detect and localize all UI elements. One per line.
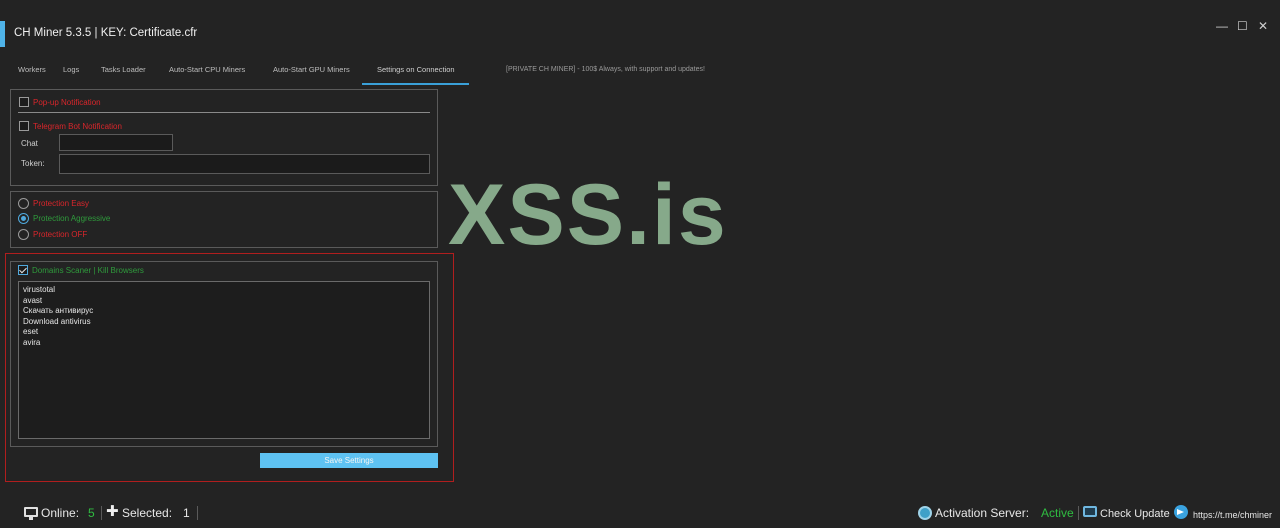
protection-easy-label: Protection Easy [33,199,90,208]
save-settings-button[interactable]: Save Settings [260,453,438,468]
telegram-link[interactable]: https://t.me/chminer [1193,508,1272,522]
tab-auto-start-gpu-miners[interactable]: Auto-Start GPU Miners [273,63,350,85]
popup-notification-checkbox[interactable] [19,97,29,107]
tab-workers[interactable]: Workers [18,63,46,85]
title-accent-bar [0,21,5,47]
selected-label: Selected: [122,506,173,520]
domains-scaner-option[interactable]: Domains Scaner | Kill Browsers [18,265,144,275]
list-item[interactable]: Download antivirus [23,317,425,328]
activation-server-label: Activation Server: [935,506,1030,520]
protection-easy-radio[interactable] [18,198,29,209]
domains-scaner-checkbox[interactable] [18,265,28,275]
plus-icon: ✚ [106,503,119,520]
selected-count: 1 [183,506,190,520]
list-item[interactable]: avira [23,338,425,349]
check-update-link[interactable]: Check Update [1100,507,1170,521]
token-field[interactable] [59,154,430,174]
protection-off-option[interactable]: Protection OFF [18,229,87,240]
protection-aggressive-label: Protection Aggressive [33,214,111,223]
tab-auto-start-cpu-miners[interactable]: Auto-Start CPU Miners [169,63,245,85]
token-label: Token: [21,159,45,168]
divider [18,112,430,113]
tab-settings-on-connection[interactable]: Settings on Connection [362,63,469,85]
list-item[interactable]: virustotal [23,285,425,296]
online-label: Online: [41,506,80,520]
monitor-icon [24,507,38,520]
protection-aggressive-option[interactable]: Protection Aggressive [18,213,110,224]
protection-off-radio[interactable] [18,229,29,240]
telegram-icon[interactable] [1174,505,1188,519]
list-item[interactable]: Скачать антивирус [23,306,425,317]
protection-off-label: Protection OFF [33,230,88,239]
update-icon[interactable] [1083,506,1097,517]
telegram-notification-option[interactable]: Telegram Bot Notification [19,121,122,131]
telegram-notification-checkbox[interactable] [19,121,29,131]
chat-label: Chat [21,139,38,148]
tab-tasks-loader[interactable]: Tasks Loader [101,63,146,85]
minimize-icon[interactable]: — [1216,18,1228,34]
shield-icon [918,506,932,520]
tab-info-text: [PRIVATE CH MINER] - 100$ Always, with s… [506,66,705,73]
activation-status: Active [1041,506,1074,520]
popup-notification-label: Pop-up Notification [33,97,101,107]
tab-bar: Workers Logs Tasks Loader Auto-Start CPU… [0,63,1280,85]
domains-scaner-label: Domains Scaner | Kill Browsers [32,265,144,275]
telegram-notification-label: Telegram Bot Notification [33,121,122,131]
chat-field[interactable] [59,134,173,151]
status-divider [197,506,198,520]
protection-easy-option[interactable]: Protection Easy [18,198,89,209]
online-count: 5 [88,506,95,520]
watermark: XSS.is [448,167,728,263]
maximize-icon[interactable]: ☐ [1237,18,1248,34]
protection-aggressive-radio[interactable] [18,213,29,224]
list-item[interactable]: eset [23,327,425,338]
domains-list[interactable]: virustotal avast Скачать антивирус Downl… [18,281,430,439]
status-divider [1078,506,1079,520]
popup-notification-option[interactable]: Pop-up Notification [19,97,101,107]
close-icon[interactable]: ✕ [1258,18,1268,34]
list-item[interactable]: avast [23,296,425,307]
window-title: CH Miner 5.3.5 | KEY: Certificate.cfr [14,27,198,39]
tab-logs[interactable]: Logs [63,63,79,85]
status-divider [101,506,102,520]
